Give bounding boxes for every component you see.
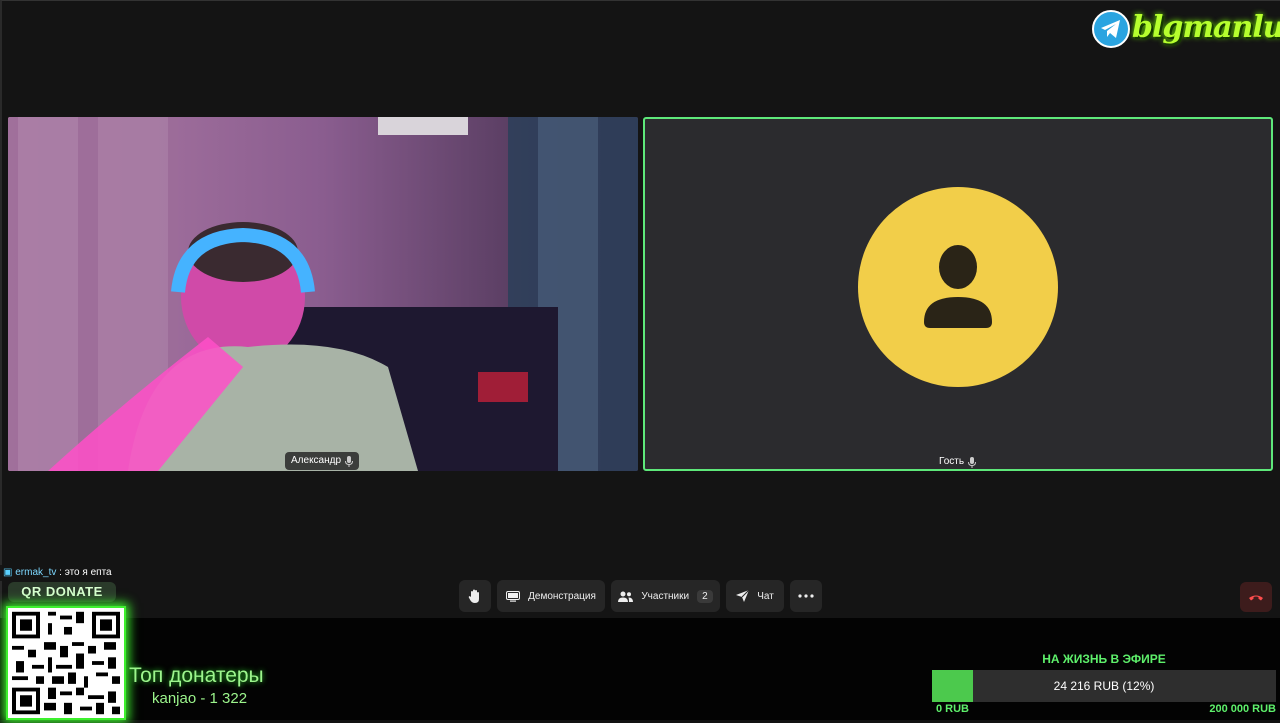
chat-username: ermak_tv — [15, 567, 57, 578]
qr-code-image — [8, 608, 124, 718]
donation-goal-max: 200 000 RUB — [1209, 703, 1276, 715]
hand-icon — [468, 589, 479, 603]
qr-code — [6, 606, 126, 720]
participant-name-chip: Гость — [933, 453, 982, 469]
telegram-icon — [1092, 10, 1130, 48]
more-button[interactable] — [790, 580, 822, 612]
qr-donate-label: QR DONATE — [8, 582, 116, 602]
donation-goal-amount: 24 216 RUB (12%) — [1053, 679, 1155, 693]
chat-label: Чат — [757, 590, 774, 602]
screen-share-label: Демонстрация — [528, 590, 596, 602]
donation-goal-progress: 24 216 RUB (12%) — [932, 670, 1276, 702]
chat-button[interactable]: Чат — [726, 580, 784, 612]
participants-button[interactable]: Участники 2 — [611, 580, 720, 612]
donation-goal-title: НА ЖИЗНЬ В ЭФИРЕ — [1042, 652, 1166, 666]
participant-name-chip: Александр — [285, 452, 360, 470]
end-call-button[interactable] — [1240, 582, 1272, 612]
donation-goal-min: 0 RUB — [936, 703, 970, 715]
chat-separator: : — [59, 567, 62, 578]
mic-icon — [968, 456, 977, 468]
top-donor-entry: kanjao - 1 322 — [152, 690, 248, 707]
camera-video-frame — [8, 117, 638, 471]
user-icon — [924, 245, 992, 328]
chat-message: это я епта — [64, 567, 112, 578]
people-icon — [618, 591, 634, 602]
chat-badge-icon: ▣ — [3, 567, 13, 578]
logo-text: blgmanlu — [1132, 10, 1280, 45]
phone-hangup-icon — [1249, 595, 1263, 600]
screen-share-button[interactable]: Демонстрация — [497, 580, 605, 612]
channel-logo: blgmanlu — [1092, 8, 1280, 54]
participants-label: Участники — [641, 590, 690, 602]
screen-share-icon — [506, 590, 521, 602]
avatar — [858, 187, 1058, 387]
participant-tile-camera[interactable]: Александр — [8, 117, 638, 471]
send-icon — [736, 590, 750, 602]
participant-tile-guest[interactable]: Гость — [643, 117, 1273, 471]
participants-count-badge: 2 — [697, 589, 713, 603]
raise-hand-button[interactable] — [459, 580, 491, 612]
chat-overlay-line: ▣ ermak_tv : это я епта — [0, 565, 384, 581]
more-icon — [798, 594, 814, 598]
top-donors-title: Топ донатеры — [129, 664, 264, 687]
participant-name: Гость — [939, 456, 965, 467]
mic-icon — [345, 455, 354, 467]
participant-name: Александр — [291, 455, 342, 466]
